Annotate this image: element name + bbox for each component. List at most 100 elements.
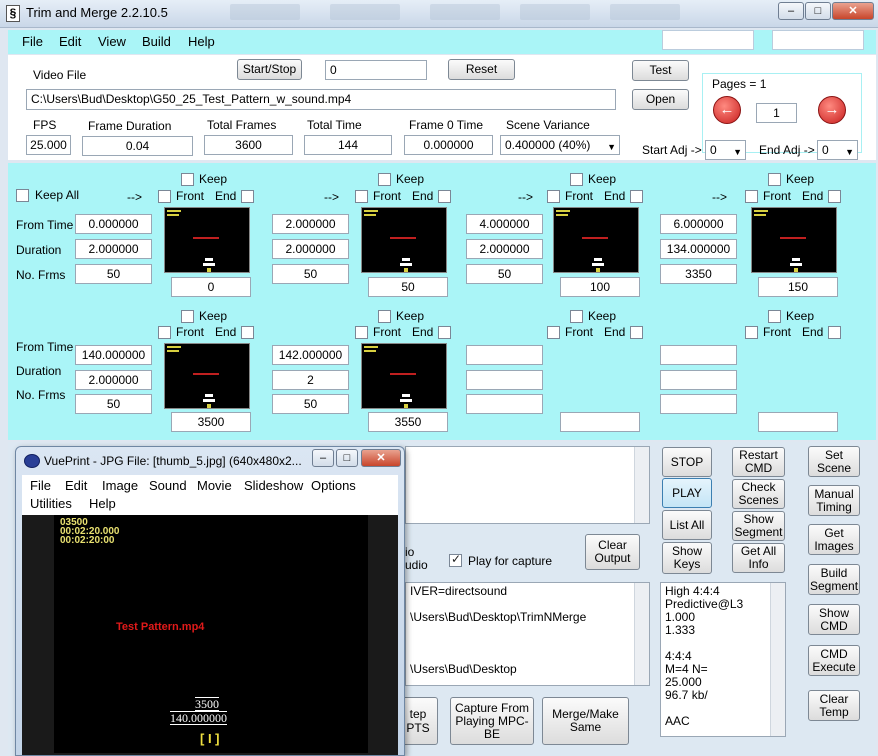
no-frms-field[interactable]: 50 — [272, 394, 349, 414]
menu-view[interactable]: View — [98, 34, 126, 49]
end-checkbox[interactable] — [438, 190, 451, 203]
menu-build[interactable]: Build — [142, 34, 171, 49]
segment-thumbnail[interactable] — [164, 207, 250, 273]
play-for-capture-checkbox[interactable] — [449, 552, 462, 567]
vp-menu-options[interactable]: Options — [311, 478, 356, 493]
no-frms-field[interactable]: 3350 — [660, 264, 737, 284]
cmd-scrollbar[interactable] — [634, 583, 649, 685]
total-time-field[interactable]: 144 — [304, 135, 392, 155]
keep-checkbox[interactable] — [768, 310, 781, 323]
end-checkbox[interactable] — [241, 326, 254, 339]
play-button[interactable]: PLAY — [662, 478, 712, 508]
duration-field[interactable]: 134.000000 — [660, 239, 737, 259]
segment-thumbnail[interactable] — [361, 343, 447, 409]
vp-menu-utilities[interactable]: Utilities — [30, 496, 72, 511]
duration-field[interactable]: 2.000000 — [75, 239, 152, 259]
duration-field[interactable]: 2.000000 — [466, 239, 543, 259]
from-time-field[interactable]: 4.000000 — [466, 214, 543, 234]
set-scene-button[interactable]: Set Scene — [808, 446, 860, 477]
close-icon[interactable]: ✕ — [832, 2, 874, 20]
menu-edit[interactable]: Edit — [59, 34, 81, 49]
minimize-icon[interactable]: – — [778, 2, 804, 20]
frame-number-field[interactable]: 50 — [368, 277, 448, 297]
no-frms-field[interactable]: 50 — [75, 264, 152, 284]
keep-checkbox[interactable] — [768, 173, 781, 186]
no-frms-field[interactable]: 50 — [75, 394, 152, 414]
merge-make-same-button[interactable]: Merge/Make Same — [542, 697, 629, 745]
vp-maximize-icon[interactable]: □ — [336, 449, 358, 467]
frame-number-field[interactable]: 150 — [758, 277, 838, 297]
manual-timing-button[interactable]: Manual Timing — [808, 485, 860, 516]
list-all-button[interactable]: List All — [662, 510, 712, 540]
vp-menu-movie[interactable]: Movie — [197, 478, 232, 493]
scene-variance-dropdown[interactable]: 0.400000 (40%) — [500, 135, 620, 155]
end-checkbox[interactable] — [828, 326, 841, 339]
no-frms-field[interactable] — [660, 394, 737, 414]
from-time-field[interactable]: 140.000000 — [75, 345, 152, 365]
keep-all-checkbox[interactable] — [16, 189, 29, 202]
front-checkbox[interactable] — [547, 326, 560, 339]
front-checkbox[interactable] — [745, 326, 758, 339]
total-frames-field[interactable]: 3600 — [204, 135, 293, 155]
keep-checkbox[interactable] — [181, 173, 194, 186]
frame-number-field[interactable]: 0 — [171, 277, 251, 297]
frame-number-field[interactable]: 100 — [560, 277, 640, 297]
maximize-icon[interactable]: □ — [805, 2, 831, 20]
duration-field[interactable]: 2.000000 — [75, 370, 152, 390]
build-segment-button[interactable]: Build Segment — [808, 564, 860, 595]
show-cmd-button[interactable]: Show CMD — [808, 604, 860, 635]
next-page-icon[interactable]: → — [818, 96, 846, 124]
from-time-field[interactable]: 0.000000 — [75, 214, 152, 234]
check-scenes-button[interactable]: Check Scenes — [732, 479, 785, 509]
vp-minimize-icon[interactable]: – — [312, 449, 334, 467]
log-scrollbar[interactable] — [634, 447, 649, 523]
duration-field[interactable] — [660, 370, 737, 390]
info-textarea[interactable]: High 4:4:4 Predictive@L3 1.000 1.333 4:4… — [660, 582, 786, 737]
end-checkbox[interactable] — [630, 190, 643, 203]
keep-checkbox[interactable] — [181, 310, 194, 323]
reset-button[interactable]: Reset — [448, 59, 515, 80]
front-checkbox[interactable] — [158, 190, 171, 203]
front-checkbox[interactable] — [355, 190, 368, 203]
front-checkbox[interactable] — [355, 326, 368, 339]
keep-checkbox[interactable] — [570, 173, 583, 186]
clear-output-button[interactable]: Clear Output — [585, 534, 640, 570]
from-time-field[interactable] — [466, 345, 543, 365]
end-adj-dropdown[interactable]: 0 — [817, 140, 858, 160]
cmd-execute-button[interactable]: CMD Execute — [808, 645, 860, 676]
cmd-output-textarea[interactable]: IVER=directsound \Users\Bud\Desktop\Trim… — [405, 582, 650, 686]
page-field[interactable]: 1 — [756, 103, 797, 123]
front-checkbox[interactable] — [158, 326, 171, 339]
start-stop-button[interactable]: Start/Stop — [237, 59, 302, 80]
end-checkbox[interactable] — [241, 190, 254, 203]
log-textarea[interactable] — [405, 446, 650, 524]
prev-page-icon[interactable]: ← — [713, 96, 741, 124]
no-frms-field[interactable] — [466, 394, 543, 414]
duration-field[interactable]: 2.000000 — [272, 239, 349, 259]
vp-menu-sound[interactable]: Sound — [149, 478, 187, 493]
frame-number-field[interactable]: 3500 — [171, 412, 251, 432]
info-scrollbar[interactable] — [770, 583, 785, 736]
segment-thumbnail[interactable] — [751, 207, 837, 273]
end-checkbox[interactable] — [438, 326, 451, 339]
test-button[interactable]: Test — [632, 60, 689, 81]
keep-checkbox[interactable] — [378, 173, 391, 186]
show-segment-button[interactable]: Show Segment — [732, 511, 785, 541]
duration-field[interactable]: 2 — [272, 370, 349, 390]
vp-menu-slideshow[interactable]: Slideshow — [244, 478, 303, 493]
no-frms-field[interactable]: 50 — [272, 264, 349, 284]
open-button[interactable]: Open — [632, 89, 689, 110]
front-checkbox[interactable] — [547, 190, 560, 203]
frame-number-field[interactable] — [560, 412, 640, 432]
capture-from-playing-button[interactable]: Capture From Playing MPC-BE — [450, 697, 534, 745]
frame-number-field[interactable] — [758, 412, 838, 432]
keep-checkbox[interactable] — [570, 310, 583, 323]
end-checkbox[interactable] — [828, 190, 841, 203]
vp-close-icon[interactable]: ✕ — [361, 449, 401, 467]
restart-cmd-button[interactable]: Restart CMD — [732, 447, 785, 477]
from-time-field[interactable] — [660, 345, 737, 365]
frame-number-field[interactable]: 3550 — [368, 412, 448, 432]
end-checkbox[interactable] — [630, 326, 643, 339]
vp-menu-edit[interactable]: Edit — [65, 478, 87, 493]
stop-button[interactable]: STOP — [662, 447, 712, 477]
